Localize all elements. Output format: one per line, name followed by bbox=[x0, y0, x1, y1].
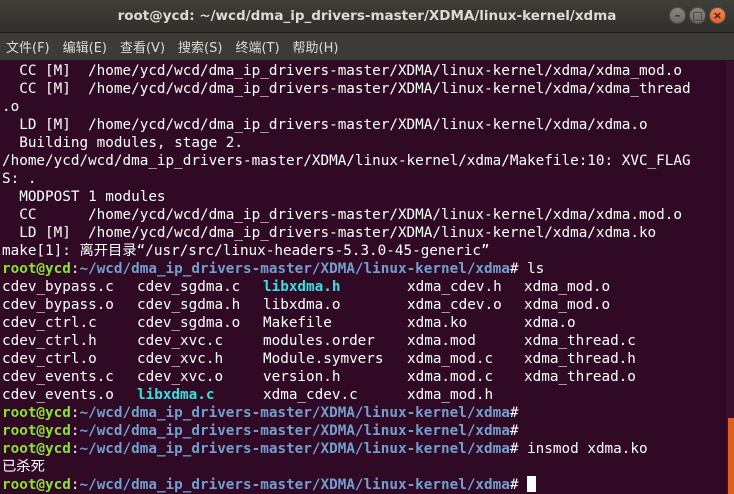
menu-edit[interactable]: 编辑(E) bbox=[63, 37, 107, 56]
menu-terminal[interactable]: 终端(T) bbox=[235, 37, 279, 56]
prompt-line-current: root@ycd:~/wcd/dma_ip_drivers-master/XDM… bbox=[2, 476, 726, 494]
file-entry: xdma_thread.h bbox=[524, 351, 636, 367]
file-entry: xdma.o bbox=[524, 315, 576, 331]
file-entry: xdma_cdev.h bbox=[407, 279, 502, 295]
file-entry: xdma_mod.o bbox=[524, 279, 611, 295]
terminal-output[interactable]: CC [M] /home/ycd/wcd/dma_ip_drivers-mast… bbox=[0, 61, 726, 494]
ls-row: cdev_ctrl.o cdev_xvc.h Module.symvers xd… bbox=[2, 350, 726, 368]
ls-row: cdev_events.c cdev_xvc.o version.h xdma.… bbox=[2, 368, 726, 386]
ls-row: cdev_events.o libxdma.c xdma_cdev.c xdma… bbox=[2, 386, 726, 404]
file-entry: cdev_bypass.c bbox=[2, 279, 114, 295]
window-controls: – □ × bbox=[669, 7, 726, 24]
killed-message: 已杀死 bbox=[2, 459, 45, 475]
prompt-path: ~/wcd/dma_ip_drivers-master/XDMA/linux-k… bbox=[79, 423, 510, 439]
prompt-path: ~/wcd/dma_ip_drivers-master/XDMA/linux-k… bbox=[79, 441, 510, 457]
close-button[interactable]: × bbox=[709, 7, 726, 24]
scrollbar[interactable] bbox=[726, 61, 734, 494]
file-entry: cdev_sgdma.o bbox=[137, 315, 241, 331]
file-entry: cdev_bypass.o bbox=[2, 297, 114, 313]
ls-row: cdev_bypass.o cdev_sgdma.h libxdma.o xdm… bbox=[2, 296, 726, 314]
text-cursor bbox=[527, 476, 537, 492]
file-entry: cdev_xvc.c bbox=[137, 333, 224, 349]
menu-bar: 文件(F) 编辑(E) 查看(V) 搜索(S) 终端(T) 帮助(H) bbox=[0, 33, 734, 60]
window-title: root@ycd: ~/wcd/dma_ip_drivers-master/XD… bbox=[117, 8, 617, 24]
file-entry: cdev_xvc.o bbox=[137, 369, 224, 385]
file-entry: xdma.mod bbox=[407, 333, 476, 349]
output-line: CC [M] /home/ycd/wcd/dma_ip_drivers-mast… bbox=[2, 63, 682, 79]
menu-help[interactable]: 帮助(H) bbox=[293, 37, 339, 56]
prompt-user: root@ycd bbox=[2, 441, 71, 457]
prompt-user: root@ycd bbox=[2, 477, 71, 493]
output-line: make[1]: 离开目录“/usr/src/linux-headers-5.3… bbox=[2, 243, 490, 259]
file-entry: cdev_events.c bbox=[2, 369, 114, 385]
prompt-symbol: # bbox=[509, 423, 528, 439]
output-line: .o bbox=[2, 99, 20, 115]
prompt-user: root@ycd bbox=[2, 423, 71, 439]
file-entry: xdma_cdev.c bbox=[263, 387, 358, 403]
prompt-user: root@ycd bbox=[2, 261, 71, 277]
file-entry: Module.symvers bbox=[263, 351, 384, 367]
output-line: Building modules, stage 2. bbox=[2, 135, 244, 151]
file-entry: xdma_mod.o bbox=[524, 297, 611, 313]
file-entry: cdev_ctrl.h bbox=[2, 333, 97, 349]
menu-view[interactable]: 查看(V) bbox=[120, 37, 165, 56]
file-entry: cdev_ctrl.c bbox=[2, 315, 97, 331]
ls-row: cdev_ctrl.h cdev_xvc.c modules.order xdm… bbox=[2, 332, 726, 350]
file-entry: xdma_mod.c bbox=[407, 351, 494, 367]
prompt-symbol: # bbox=[509, 441, 528, 457]
scrollbar-thumb[interactable] bbox=[728, 418, 734, 494]
prompt-line-empty: root@ycd:~/wcd/dma_ip_drivers-master/XDM… bbox=[2, 404, 726, 422]
ls-row: cdev_ctrl.c cdev_sgdma.o Makefile xdma.k… bbox=[2, 314, 726, 332]
menu-search[interactable]: 搜索(S) bbox=[178, 37, 222, 56]
file-entry: xdma_mod.h bbox=[407, 387, 494, 403]
file-entry: xdma_thread.o bbox=[524, 369, 636, 385]
output-line: S: . bbox=[2, 171, 37, 187]
file-entry: Makefile bbox=[263, 315, 332, 331]
prompt-path: ~/wcd/dma_ip_drivers-master/XDMA/linux-k… bbox=[79, 261, 510, 277]
prompt-symbol: # bbox=[509, 405, 528, 421]
prompt-line-ls: root@ycd:~/wcd/dma_ip_drivers-master/XDM… bbox=[2, 260, 726, 278]
output-line: /home/ycd/wcd/dma_ip_drivers-master/XDMA… bbox=[2, 153, 691, 169]
output-line: CC [M] /home/ycd/wcd/dma_ip_drivers-mast… bbox=[2, 81, 691, 97]
file-entry: libxdma.h bbox=[263, 279, 341, 295]
minimize-button[interactable]: – bbox=[669, 7, 686, 24]
file-entry: cdev_ctrl.o bbox=[2, 351, 97, 367]
output-line: LD [M] /home/ycd/wcd/dma_ip_drivers-mast… bbox=[2, 117, 648, 133]
output-line: MODPOST 1 modules bbox=[2, 189, 166, 205]
output-line: CC /home/ycd/wcd/dma_ip_drivers-master/X… bbox=[2, 207, 682, 223]
file-entry: cdev_sgdma.h bbox=[137, 297, 241, 313]
file-entry: libxdma.c bbox=[137, 387, 215, 403]
prompt-line-insmod: root@ycd:~/wcd/dma_ip_drivers-master/XDM… bbox=[2, 440, 726, 458]
prompt-symbol: # bbox=[509, 477, 528, 493]
prompt-path: ~/wcd/dma_ip_drivers-master/XDMA/linux-k… bbox=[79, 477, 510, 493]
file-entry bbox=[524, 386, 724, 404]
command-text: insmod xdma.ko bbox=[527, 441, 648, 457]
prompt-symbol: # bbox=[509, 261, 528, 277]
file-entry: version.h bbox=[263, 369, 341, 385]
terminal-window: root@ycd: ~/wcd/dma_ip_drivers-master/XD… bbox=[0, 0, 734, 494]
file-entry: xdma_thread.c bbox=[524, 333, 636, 349]
ls-row: cdev_bypass.c cdev_sgdma.c libxdma.h xdm… bbox=[2, 278, 726, 296]
file-entry: cdev_sgdma.c bbox=[137, 279, 241, 295]
file-entry: xdma_cdev.o bbox=[407, 297, 502, 313]
file-entry: xdma.mod.c bbox=[407, 369, 494, 385]
file-entry: modules.order bbox=[263, 333, 375, 349]
file-entry: libxdma.o bbox=[263, 297, 341, 313]
prompt-path: ~/wcd/dma_ip_drivers-master/XDMA/linux-k… bbox=[79, 405, 510, 421]
file-entry: cdev_xvc.h bbox=[137, 351, 224, 367]
command-text: ls bbox=[527, 261, 545, 277]
file-entry: cdev_events.o bbox=[2, 387, 114, 403]
maximize-button[interactable]: □ bbox=[689, 7, 706, 24]
prompt-line-empty: root@ycd:~/wcd/dma_ip_drivers-master/XDM… bbox=[2, 422, 726, 440]
menu-file[interactable]: 文件(F) bbox=[6, 37, 50, 56]
file-entry: xdma.ko bbox=[407, 315, 468, 331]
output-line: LD [M] /home/ycd/wcd/dma_ip_drivers-mast… bbox=[2, 225, 657, 241]
title-bar[interactable]: root@ycd: ~/wcd/dma_ip_drivers-master/XD… bbox=[0, 0, 734, 33]
prompt-user: root@ycd bbox=[2, 405, 71, 421]
